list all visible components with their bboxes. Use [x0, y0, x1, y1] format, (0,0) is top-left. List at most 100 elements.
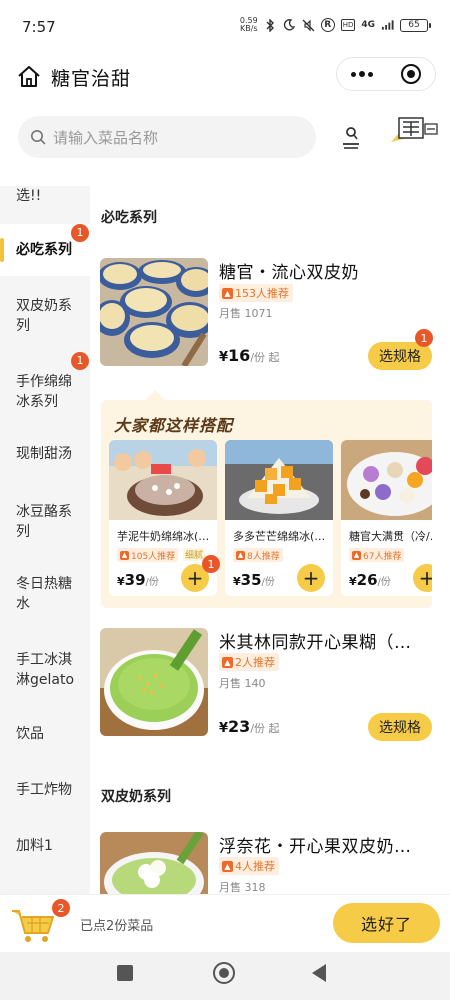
recent-apps-icon[interactable]: [117, 965, 133, 981]
combo-item-tag: 细腻: [183, 548, 206, 561]
sidebar-item-select[interactable]: 选!!: [0, 186, 90, 206]
order-scan-icon[interactable]: [340, 124, 362, 150]
sidebar-item-drinks[interactable]: 饮品: [0, 724, 90, 744]
combo-recommendations: 大家都这样搭配 芋泥牛奶绵绵冰(… ▲ 105人推荐 细腻 ¥39/份 + 1 …: [101, 400, 432, 608]
home-button-icon[interactable]: [213, 962, 235, 984]
add-to-cart-button[interactable]: +: [297, 564, 325, 592]
recommend-tag: ▲ 4人推荐: [219, 857, 279, 875]
sidebar-item-snow-ice[interactable]: 手作绵绵冰系列 1: [0, 352, 90, 412]
cart-count-badge: 2: [52, 899, 70, 917]
recommend-tag: ▲ 153人推荐: [219, 284, 293, 302]
select-spec-button[interactable]: 选规格: [368, 713, 432, 741]
sidebar-item-label: 冰豆酪系列: [16, 504, 72, 540]
thumbs-up-icon: ▲: [222, 287, 233, 299]
sidebar-item-label: 双皮奶系列: [16, 298, 72, 334]
category-sidebar: 选!! 必吃系列 1 双皮奶系列 手作绵绵冰系列 1 现制甜汤 冰豆酪系列 冬日…: [0, 186, 90, 894]
sidebar-item-toppings[interactable]: 加料1: [0, 836, 90, 856]
sidebar-item-bean-curd[interactable]: 冰豆酪系列: [0, 502, 90, 542]
combo-item-name: 芋泥牛奶绵绵冰(…: [117, 530, 209, 543]
combo-item-price: ¥26/份: [349, 571, 391, 589]
product-image[interactable]: [100, 628, 208, 736]
combo-item-name: 糖官大满贯（冷/…: [349, 530, 432, 543]
sidebar-item-label: 现制甜汤: [16, 446, 72, 462]
mute-icon: [302, 19, 315, 32]
sidebar-item-label: 手工冰淇淋gelato: [16, 652, 75, 688]
checkout-button[interactable]: 选好了: [333, 903, 440, 943]
product-image[interactable]: [100, 258, 208, 366]
search-input[interactable]: 请输入菜品名称: [18, 116, 316, 158]
network-speed: 0.59 KB/s: [239, 16, 258, 33]
sidebar-item-gelato[interactable]: 手工冰淇淋gelato: [0, 650, 90, 690]
combo-item-name: 多多芒芒绵绵冰(…: [233, 530, 325, 543]
sidebar-item-winter-hot[interactable]: 冬日热糖水: [0, 574, 90, 614]
cart-summary: 已点2份菜品: [80, 919, 154, 934]
page-title: 糖官治甜: [51, 68, 132, 90]
menu-list: 必吃系列 糖官・流心双皮奶 ▲ 153人推荐 月售 1071 ¥16/份 起 选规…: [90, 186, 450, 894]
sidebar-item-label: 必吃系列: [16, 242, 72, 258]
sidebar-item-label: 饮品: [16, 726, 44, 742]
search-row: 请输入菜品名称: [0, 104, 450, 176]
sidebar-item-double-skin-milk[interactable]: 双皮奶系列: [0, 296, 90, 336]
item-count-badge: 1: [415, 329, 433, 347]
monthly-sales: 月售 140: [219, 677, 266, 690]
sidebar-item-label: 加料1: [16, 838, 53, 854]
section-title: 必吃系列: [101, 210, 157, 226]
brand-logo: [385, 112, 441, 156]
sidebar-item-label: 选!!: [16, 188, 42, 204]
product-name[interactable]: 糖官・流心双皮奶: [219, 258, 419, 283]
recommend-tag: ▲ 67人推荐: [349, 548, 405, 562]
recommend-tag: ▲ 105人推荐: [117, 548, 179, 562]
battery-icon: 65: [400, 18, 431, 32]
thumbs-up-icon: ▲: [236, 550, 245, 560]
thumbs-up-icon: ▲: [352, 550, 361, 560]
shopping-cart-icon[interactable]: [10, 903, 56, 943]
combo-item-price: ¥35/份: [233, 571, 275, 589]
item-count-badge: 1: [202, 555, 220, 573]
more-dots-icon: [350, 71, 356, 77]
monthly-sales: 月售 1071: [219, 307, 273, 320]
system-nav-bar: [0, 952, 450, 1000]
category-badge: 1: [71, 224, 89, 242]
back-icon[interactable]: [312, 964, 326, 982]
moon-icon: [283, 19, 296, 32]
network-type: 4G: [361, 20, 375, 30]
product-price: ¥23/份 起: [219, 717, 280, 736]
sidebar-item-must-eat[interactable]: 必吃系列 1: [0, 224, 90, 276]
sidebar-item-label: 冬日热糖水: [16, 576, 72, 612]
combo-card[interactable]: 多多芒芒绵绵冰(… ▲ 8人推荐 ¥35/份 +: [225, 440, 333, 596]
target-icon: [400, 64, 421, 84]
thumbs-up-icon: ▲: [222, 656, 233, 668]
combo-image: [341, 440, 432, 520]
thumbs-up-icon: ▲: [120, 550, 129, 560]
more-menu-button[interactable]: [337, 57, 386, 91]
product-name[interactable]: 浮奈花・开心果双皮奶…: [219, 832, 419, 857]
home-icon[interactable]: [16, 65, 42, 89]
monthly-sales: 月售 318: [219, 881, 266, 894]
status-bar: 7:57 0.59 KB/s R HD 4G 65: [0, 0, 450, 52]
section-title: 双皮奶系列: [101, 789, 171, 805]
volte-icon: HD: [340, 19, 356, 31]
search-placeholder: 请输入菜品名称: [53, 128, 159, 147]
sidebar-item-fried[interactable]: 手工炸物: [0, 780, 90, 800]
title-bar: 糖官治甜: [0, 52, 450, 104]
combo-card[interactable]: 糖官大满贯（冷/… ▲ 67人推荐 ¥26/份 +: [341, 440, 432, 596]
product-image[interactable]: [100, 832, 208, 894]
cart-bar: 2 已点2份菜品 选好了: [0, 894, 450, 952]
thumbs-up-icon: ▲: [222, 860, 233, 872]
sidebar-item-sweet-soup[interactable]: 现制甜汤: [0, 444, 90, 464]
combo-image: [225, 440, 333, 520]
close-mini-program-button[interactable]: [386, 57, 435, 91]
add-to-cart-button[interactable]: +: [413, 564, 432, 592]
search-icon: [31, 130, 46, 145]
combo-card[interactable]: 芋泥牛奶绵绵冰(… ▲ 105人推荐 细腻 ¥39/份 +: [109, 440, 217, 596]
combo-title: 大家都这样搭配: [114, 416, 234, 435]
product-name[interactable]: 米其林同款开心果糊（…: [219, 628, 419, 653]
sidebar-item-label: 手作绵绵冰系列: [16, 374, 72, 410]
combo-image: [109, 440, 217, 520]
signal-icon: [381, 19, 394, 32]
recommend-tag: ▲ 8人推荐: [233, 548, 283, 562]
bluetooth-icon: [264, 18, 277, 32]
product-price: ¥16/份 起: [219, 346, 280, 365]
recommend-tag: ▲ 2人推荐: [219, 653, 279, 671]
status-icons: 0.59 KB/s R HD 4G 65: [239, 16, 431, 33]
